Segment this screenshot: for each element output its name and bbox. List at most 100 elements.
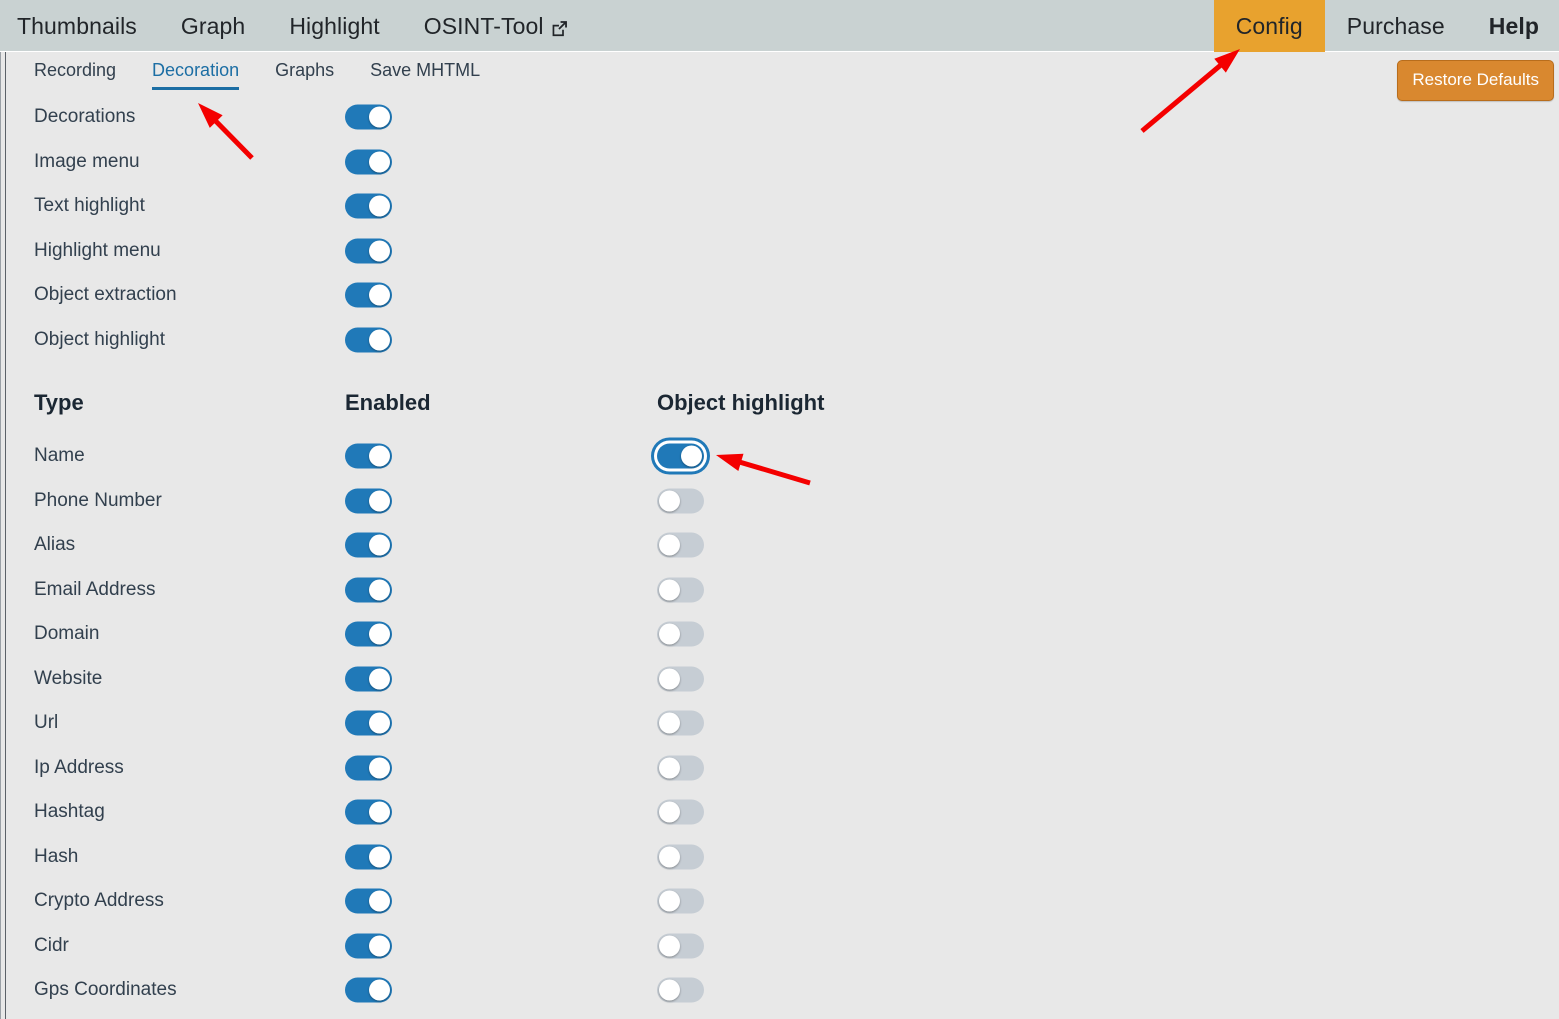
menu-item-purchase[interactable]: Purchase (1325, 0, 1467, 52)
table-row: Cidr (0, 924, 1559, 968)
type-label-url: Url (34, 712, 59, 733)
global-setting-toggle-object-extraction[interactable] (345, 282, 392, 308)
type-label-name: Name (34, 445, 85, 466)
table-row: Url (0, 701, 1559, 745)
toggle-knob (369, 284, 390, 306)
toggle-knob (369, 668, 390, 689)
toggle-knob (369, 623, 390, 645)
object-highlight-toggle-alias[interactable] (657, 532, 704, 558)
object-highlight-toggle-email-address[interactable] (657, 577, 704, 602)
menu-item-config[interactable]: Config (1213, 0, 1325, 52)
global-setting-row: Object highlight (0, 318, 1559, 362)
object-highlight-toggle-website[interactable] (657, 666, 704, 691)
table-row: Hash (0, 835, 1559, 879)
global-setting-toggle-decorations[interactable] (345, 104, 392, 130)
toggle-knob (369, 195, 390, 217)
global-setting-toggle-object-highlight[interactable] (345, 327, 392, 352)
toggle-knob (369, 757, 390, 778)
global-setting-label-highlight-menu: Highlight menu (34, 239, 161, 261)
menu-item-osint-tool[interactable]: OSINT-Tool (402, 0, 590, 52)
enabled-toggle-cidr[interactable] (345, 933, 392, 958)
global-setting-toggle-image-menu[interactable] (345, 149, 392, 174)
toggle-knob (369, 935, 390, 956)
toggle-knob (369, 846, 390, 867)
global-setting-toggle-highlight-menu[interactable] (345, 238, 392, 263)
toggle-knob (659, 935, 680, 956)
toggle-knob (369, 534, 390, 556)
type-label-hashtag: Hashtag (34, 801, 105, 822)
enabled-toggle-hash[interactable] (345, 844, 392, 869)
table-row: Email Address (0, 568, 1559, 612)
subtab-graphs[interactable]: Graphs (275, 60, 334, 87)
table-row: Crypto Address (0, 879, 1559, 923)
toggle-knob (369, 490, 390, 511)
subtab-decoration[interactable]: Decoration (152, 60, 240, 90)
top-menu-right-group: Config Purchase Help (1213, 0, 1559, 52)
type-label-ip-address: Ip Address (34, 756, 124, 778)
enabled-toggle-email-address[interactable] (345, 577, 392, 602)
enabled-toggle-domain[interactable] (345, 621, 392, 647)
toggle-knob (369, 106, 390, 128)
type-label-gps-coordinates: Gps Coordinates (34, 979, 177, 1000)
object-highlight-toggle-url[interactable] (657, 710, 704, 736)
enabled-toggle-website[interactable] (345, 666, 392, 691)
object-highlight-toggle-phone-number[interactable] (657, 488, 704, 513)
object-highlight-toggle-name[interactable] (657, 443, 704, 469)
table-row: Name (0, 434, 1559, 478)
enabled-toggle-url[interactable] (345, 710, 392, 736)
toggle-knob (369, 329, 390, 350)
menu-item-graph[interactable]: Graph (159, 0, 267, 52)
toggle-knob (659, 757, 680, 778)
menu-item-thumbnails[interactable]: Thumbnails (0, 0, 159, 52)
settings-subtab-bar: Recording Decoration Graphs Save MHTML (0, 60, 516, 94)
type-label-alias: Alias (34, 534, 76, 555)
table-row: Gps Coordinates (0, 968, 1559, 1012)
menu-item-label: OSINT-Tool (423, 12, 544, 39)
table-row: Website (0, 657, 1559, 701)
toggle-knob (659, 623, 680, 645)
global-setting-toggle-text-highlight[interactable] (345, 193, 392, 219)
type-label-cidr: Cidr (34, 934, 69, 956)
enabled-toggle-alias[interactable] (345, 532, 392, 558)
enabled-toggle-ip-address[interactable] (345, 755, 392, 780)
object-highlight-toggle-hashtag[interactable] (657, 799, 704, 825)
object-highlight-toggle-hash[interactable] (657, 844, 704, 869)
external-link-icon (551, 20, 568, 37)
column-header-object-highlight: Object highlight (657, 390, 825, 415)
object-highlight-toggle-ip-address[interactable] (657, 755, 704, 780)
object-highlight-toggle-gps-coordinates[interactable] (657, 977, 704, 1003)
menu-item-highlight[interactable]: Highlight (267, 0, 401, 52)
subtab-save-mhtml[interactable]: Save MHTML (370, 60, 480, 87)
toggle-knob (659, 846, 680, 867)
object-highlight-toggle-crypto-address[interactable] (657, 888, 704, 914)
menu-item-label: Help (1488, 12, 1539, 39)
enabled-toggle-phone-number[interactable] (345, 488, 392, 513)
toggle-knob (681, 445, 702, 467)
global-setting-label-object-highlight: Object highlight (34, 328, 165, 350)
menu-item-help[interactable]: Help (1467, 0, 1559, 52)
type-table-header: Type Enabled Object highlight (0, 390, 1559, 430)
toggle-knob (659, 712, 680, 734)
toggle-knob (369, 979, 390, 1001)
enabled-toggle-hashtag[interactable] (345, 799, 392, 825)
type-label-domain: Domain (34, 623, 100, 644)
object-highlight-toggle-domain[interactable] (657, 621, 704, 647)
global-setting-row: Image menu (0, 140, 1559, 184)
global-setting-row: Decorations (0, 95, 1559, 139)
object-highlight-toggle-cidr[interactable] (657, 933, 704, 958)
subtab-recording[interactable]: Recording (34, 60, 116, 87)
type-label-crypto-address: Crypto Address (34, 890, 164, 911)
enabled-toggle-crypto-address[interactable] (345, 888, 392, 914)
top-menu-bar: Thumbnails Graph Highlight OSINT-Tool Confi… (0, 0, 1559, 52)
global-setting-row: Object extraction (0, 273, 1559, 317)
toggle-knob (369, 890, 390, 912)
type-label-phone-number: Phone Number (34, 489, 162, 511)
column-header-enabled: Enabled (345, 390, 431, 415)
enabled-toggle-name[interactable] (345, 443, 392, 469)
enabled-toggle-gps-coordinates[interactable] (345, 977, 392, 1003)
toggle-knob (659, 579, 680, 600)
toggle-knob (369, 151, 390, 172)
toggle-knob (659, 534, 680, 556)
top-menu-left-group: Thumbnails Graph Highlight OSINT-Tool (0, 0, 590, 52)
toggle-knob (369, 712, 390, 734)
